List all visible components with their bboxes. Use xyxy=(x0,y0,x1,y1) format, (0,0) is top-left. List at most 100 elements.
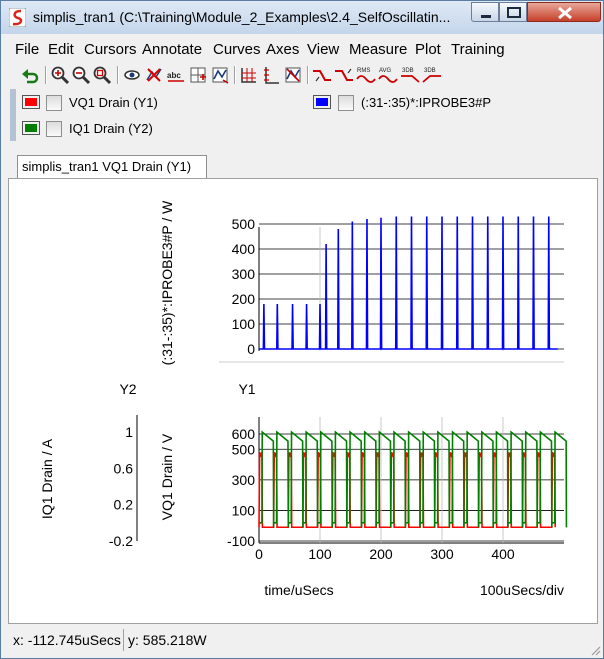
3db-high-icon: 3DB xyxy=(401,68,420,83)
add-curve-button[interactable] xyxy=(210,65,230,85)
tab-vq1-drain[interactable]: simplis_tran1 VQ1 Drain (Y1) xyxy=(17,155,207,178)
zoom-fit-icon xyxy=(93,66,112,85)
svg-text:abc: abc xyxy=(167,71,181,80)
drain-xtick: 300 xyxy=(430,546,454,562)
menu-cursors[interactable]: Cursors xyxy=(84,41,137,58)
undo-button[interactable] xyxy=(21,65,41,85)
legend-checkbox-idrain[interactable] xyxy=(46,121,62,137)
zoom-in-icon xyxy=(51,66,70,85)
menu-view[interactable]: View xyxy=(307,41,339,58)
drain-y1-tick: 500 xyxy=(232,441,256,457)
drain-grid xyxy=(258,417,564,544)
drain-y1-tick: 100 xyxy=(232,502,256,518)
maximize-icon xyxy=(507,7,521,18)
rms-button[interactable]: RMS xyxy=(356,65,376,85)
drain-xtick: 400 xyxy=(491,546,515,562)
drain-y2-tick: 1 xyxy=(125,424,133,440)
fourier-button[interactable] xyxy=(283,65,303,85)
add-text-button[interactable]: abc xyxy=(166,65,186,85)
x-scale-label: 100uSecs/div xyxy=(480,582,564,598)
close-button[interactable] xyxy=(527,2,601,22)
fall-icon xyxy=(335,68,353,81)
legend-side-bar xyxy=(10,89,16,141)
drain-xtick: 100 xyxy=(308,546,332,562)
tab-label: simplis_tran1 VQ1 Drain (Y1) xyxy=(22,159,192,174)
3db-low-button[interactable]: 3DB xyxy=(422,65,442,85)
power-ytick: 100 xyxy=(232,316,256,332)
drain-y2-ticks: 1 0.6 0.2 -0.2 xyxy=(109,424,133,549)
legend-color-power[interactable] xyxy=(313,95,331,109)
zoom-out-icon xyxy=(72,66,91,85)
power-ytick: 0 xyxy=(247,341,255,357)
toolbar-separator xyxy=(234,66,236,84)
plot-area[interactable]: (:31-:35)*:IPROBE3#P / W 0 100 200 300 400 50… xyxy=(8,178,598,624)
drain-y1-tick: 600 xyxy=(232,426,256,442)
toolbar: abc RMS AVG 3DB 3DB xyxy=(1,62,603,88)
zoom-in-button[interactable] xyxy=(50,65,70,85)
legend-label-power[interactable]: (:31-:35)*:IPROBE3#P xyxy=(361,95,491,110)
delete-icon xyxy=(146,68,162,82)
simplis-app-icon xyxy=(9,8,26,27)
legend-color-idrain[interactable] xyxy=(22,121,40,135)
y1-axis-label: VQ1 Drain / V xyxy=(159,433,175,520)
waveform-plot[interactable]: (:31-:35)*:IPROBE3#P / W 0 100 200 300 400 50… xyxy=(9,179,597,623)
menu-edit[interactable]: Edit xyxy=(48,41,74,58)
power-ytick: 500 xyxy=(232,216,256,232)
legend-panel: VQ1 Drain (Y1) IQ1 Drain (Y2) (:31-:35)*… xyxy=(1,89,603,141)
legend-label-vdrain[interactable]: VQ1 Drain (Y1) xyxy=(69,95,158,110)
power-graph[interactable]: (:31-:35)*:IPROBE3#P / W 0 100 200 300 400 50… xyxy=(159,200,564,365)
close-icon xyxy=(558,6,572,20)
legend-label-idrain[interactable]: IQ1 Drain (Y2) xyxy=(69,121,153,136)
drain-graph[interactable]: Y2 Y1 IQ1 Drain / A VQ1 Drain / V 600500… xyxy=(39,381,568,598)
menu-training[interactable]: Training xyxy=(451,41,505,58)
title-bar[interactable]: simplis_tran1 (C:\Training\Module_2_Exam… xyxy=(1,1,603,34)
menu-file[interactable]: File xyxy=(15,41,39,58)
avg-button[interactable]: AVG xyxy=(378,65,398,85)
zoom-fit-button[interactable] xyxy=(92,65,112,85)
3db-high-button[interactable]: 3DB xyxy=(400,65,420,85)
power-trace[interactable] xyxy=(259,216,558,350)
show-curve-button[interactable] xyxy=(122,65,142,85)
add-grid-icon xyxy=(190,67,206,83)
zoom-out-button[interactable] xyxy=(71,65,91,85)
menu-axes[interactable]: Axes xyxy=(266,41,299,58)
legend-color-vdrain[interactable] xyxy=(22,95,40,109)
y2-axis-label: IQ1 Drain / A xyxy=(39,438,55,519)
drain-y1-ticks: 600500 300 100 -100 xyxy=(227,426,255,549)
add-grid-button[interactable] xyxy=(188,65,208,85)
y2-axis-title: Y2 xyxy=(119,381,136,397)
legend-swatch-idrain xyxy=(25,124,37,132)
minimize-button[interactable] xyxy=(471,2,499,22)
split-axis-button[interactable] xyxy=(261,65,281,85)
fourier-icon xyxy=(285,67,301,83)
split-icon xyxy=(264,67,279,84)
fall-time-button[interactable] xyxy=(334,65,354,85)
menu-annotate[interactable]: Annotate xyxy=(142,41,202,58)
minimize-icon xyxy=(481,15,491,18)
cursor-y-readout: y: 585.218W xyxy=(128,632,207,648)
status-bar: x: -112.745uSecs y: 585.218W xyxy=(1,625,603,658)
svg-text:3DB: 3DB xyxy=(424,68,436,74)
legend-checkbox-power[interactable] xyxy=(338,95,354,111)
menu-plot[interactable]: Plot xyxy=(415,41,441,58)
status-separator xyxy=(123,629,124,651)
maximize-button[interactable] xyxy=(499,2,527,22)
resize-grip-icon[interactable] xyxy=(589,644,601,656)
drain-y2-tick: 0.2 xyxy=(114,497,134,513)
menu-measure[interactable]: Measure xyxy=(349,41,407,58)
avg-icon: AVG xyxy=(378,68,398,83)
power-ytick: 200 xyxy=(232,291,256,307)
rise-time-button[interactable] xyxy=(312,65,332,85)
legend-checkbox-vdrain[interactable] xyxy=(46,95,62,111)
grid-button[interactable] xyxy=(239,65,259,85)
app-window: simplis_tran1 (C:\Training\Module_2_Exam… xyxy=(0,0,604,659)
delete-curve-button[interactable] xyxy=(144,65,164,85)
menu-curves[interactable]: Curves xyxy=(213,41,261,58)
window-title: simplis_tran1 (C:\Training\Module_2_Exam… xyxy=(33,9,451,25)
toolbar-separator xyxy=(45,66,47,84)
show-icon xyxy=(124,70,140,80)
3db-low-icon: 3DB xyxy=(422,68,441,83)
toolbar-separator xyxy=(117,66,119,84)
rms-icon: RMS xyxy=(356,68,376,83)
power-ytick: 400 xyxy=(232,241,256,257)
